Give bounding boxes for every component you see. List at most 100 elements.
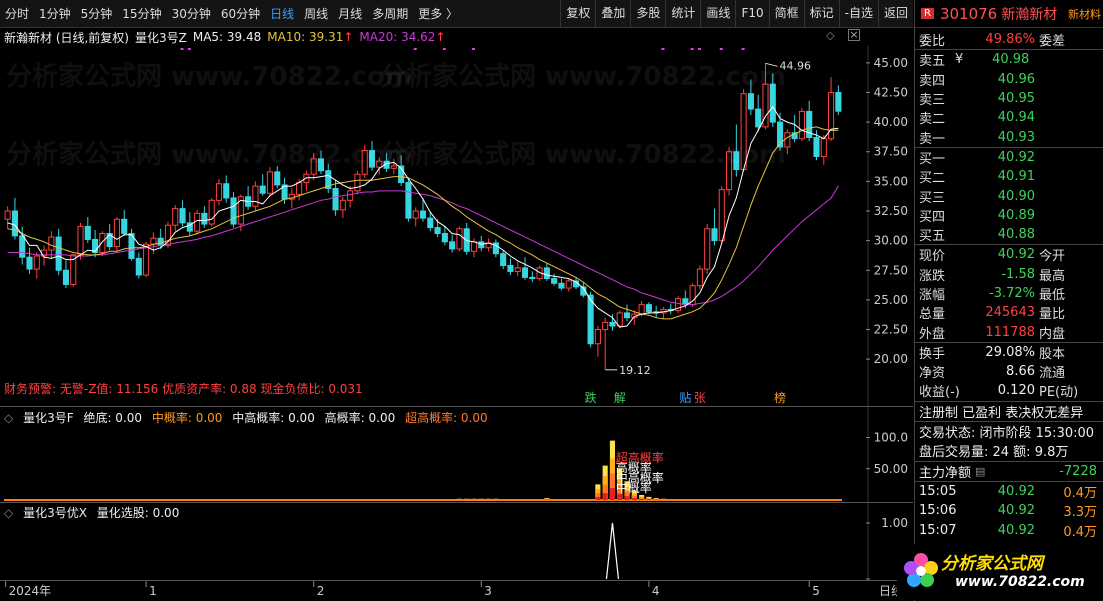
candle-body — [19, 235, 26, 258]
period-tab[interactable]: 月线 — [333, 5, 367, 22]
period-tab[interactable]: 15分钟 — [117, 5, 166, 22]
stat-row-label: 涨跌 — [919, 268, 946, 284]
fund-row-right-label: PE(动) — [1039, 385, 1079, 401]
bid-row: 买五 40.88 — [915, 225, 1103, 244]
candle-body — [412, 210, 419, 219]
sub-chart-x[interactable]: ◇ 量化3号优X 量化选股: 0.00 1.000 — [0, 502, 913, 580]
high-pointer — [765, 62, 778, 67]
close-icon[interactable]: × — [848, 29, 860, 41]
candle-body — [172, 208, 179, 226]
tool-button[interactable]: 标记 — [803, 0, 839, 27]
candle-body — [478, 241, 485, 249]
signal-dot — [741, 48, 745, 50]
candle-body — [11, 210, 18, 237]
logo-url: www.70822.com — [955, 574, 1085, 590]
signal-dot — [180, 48, 184, 50]
fund-row-right-label: 流通 — [1039, 366, 1066, 382]
candle-body — [616, 312, 623, 327]
candle-body — [84, 225, 91, 240]
candle-body — [733, 151, 740, 171]
tool-button[interactable]: 复权 — [560, 0, 595, 27]
candle-body — [33, 255, 40, 270]
tick-time: 15:06 — [919, 503, 957, 519]
candle-body — [376, 160, 383, 168]
signal-dot — [690, 48, 694, 50]
candle-body — [194, 212, 201, 232]
bid-row: 买四 40.89 — [915, 206, 1103, 225]
ask-row-value: 40.96 — [997, 71, 1035, 87]
tool-button[interactable]: 简框 — [768, 0, 804, 27]
candle-body — [259, 185, 266, 194]
candle-body — [4, 210, 11, 220]
candle-body — [835, 91, 842, 112]
indicator-name[interactable]: 量化3号Z — [135, 29, 187, 46]
signal-dot — [719, 48, 723, 50]
period-tab[interactable]: 1分钟 — [34, 5, 76, 22]
candle-body — [521, 267, 529, 278]
period-tab[interactable]: 日线 — [265, 5, 299, 22]
sector-tag[interactable]: 新材料 — [1068, 6, 1101, 22]
candle-body — [317, 158, 325, 172]
tool-button[interactable]: F10 — [735, 0, 768, 27]
probability-bar — [639, 499, 645, 500]
fund-row: 净资 8.66 流通 — [915, 362, 1103, 381]
candle-body — [470, 241, 478, 252]
candle-body — [449, 241, 456, 250]
period-tab[interactable]: 多周期 — [367, 5, 413, 22]
signal-marker: 榜 — [774, 390, 786, 405]
tool-button[interactable]: 画线 — [700, 0, 735, 27]
stat-row: 外盘 111788 内盘 — [915, 322, 1103, 342]
signal-dot — [413, 48, 417, 50]
candle-body — [215, 183, 223, 201]
stock-chart-window: { "toolbar":{ "periods":["分时","1分钟","5分钟… — [0, 0, 1103, 601]
candle-body — [135, 257, 142, 276]
ask-row: 卖四 40.96 — [915, 70, 1103, 89]
ask-row-label: 卖二 — [919, 112, 946, 128]
sub-chart-f[interactable]: ◇ 量化3号F 绝底: 0.00 中概率: 0.00 中高概率: 0.00 高概… — [0, 406, 913, 502]
candlestick-chart[interactable]: 45.00 42.50 40.00 37.50 35.00 32.50 30.00 27.50… — [0, 46, 913, 406]
tool-button[interactable]: 叠加 — [595, 0, 630, 27]
probability-bar — [595, 496, 601, 500]
period-tab[interactable]: 30分钟 — [167, 5, 216, 22]
candle-body — [201, 212, 208, 225]
sub1-name[interactable]: 量化3号F — [23, 411, 74, 425]
candle-body — [223, 183, 230, 199]
stat-row-right-label: 今开 — [1039, 249, 1066, 265]
bid-row-label: 买五 — [919, 229, 946, 245]
tool-button[interactable]: -自选 — [838, 0, 878, 27]
candle-body — [740, 93, 747, 171]
tool-button[interactable]: 统计 — [665, 0, 700, 27]
netflow-row[interactable]: 主力净额 ▤ -7228 — [915, 462, 1103, 481]
tick-row: 15:05 40.92 0.4万 — [915, 482, 1103, 501]
tick-price: 40.92 — [997, 483, 1035, 499]
diamond-icon[interactable]: ◇ — [826, 29, 834, 42]
main-chart-panel[interactable]: 45.00 42.50 40.00 37.50 35.00 32.50 30.00 27.50… — [0, 46, 913, 406]
tool-button[interactable]: 返回 — [877, 0, 913, 27]
candle-body — [551, 278, 558, 284]
collapse-icon[interactable]: ◇ — [4, 411, 13, 425]
fund-row-value: 29.08% — [985, 344, 1035, 360]
collapse-icon[interactable]: ◇ — [4, 506, 13, 520]
probability-label: 中概率 — [616, 480, 652, 495]
ask-row-value: 40.93 — [997, 129, 1035, 145]
low-price-label: 19.12 — [619, 364, 651, 377]
candle-body — [682, 298, 689, 306]
period-tab[interactable]: 更多 〉 — [413, 5, 463, 22]
weicha-label: 委差 — [1039, 34, 1066, 50]
candle-body — [143, 243, 150, 276]
period-tab[interactable]: 5分钟 — [76, 5, 118, 22]
period-tab[interactable]: 分时 — [0, 5, 34, 22]
period-toolbar: 分时 1分钟 5分钟 15分钟 30分钟 60分钟 日线 周线 月线 多周期 更多 〉 复权 叠加 多股… — [0, 0, 913, 28]
stock-code: 301076 — [939, 4, 998, 23]
list-icon[interactable]: ▤ — [975, 465, 985, 478]
sub2-name[interactable]: 量化3号优X — [23, 506, 87, 520]
bid-row: 买一 40.92 — [915, 148, 1103, 167]
tool-button[interactable]: 多股 — [630, 0, 665, 27]
candle-body — [296, 182, 303, 195]
fundamental-stats: 换手 29.08% 股本 净资 8.66 流通 收益(-) 0.120 PE(动) — [915, 343, 1103, 401]
tick-price: 40.92 — [997, 503, 1035, 519]
candle-body — [62, 269, 69, 285]
price-tick-label: 37.50 — [874, 145, 908, 159]
period-tab[interactable]: 周线 — [299, 5, 333, 22]
period-tab[interactable]: 60分钟 — [216, 5, 265, 22]
